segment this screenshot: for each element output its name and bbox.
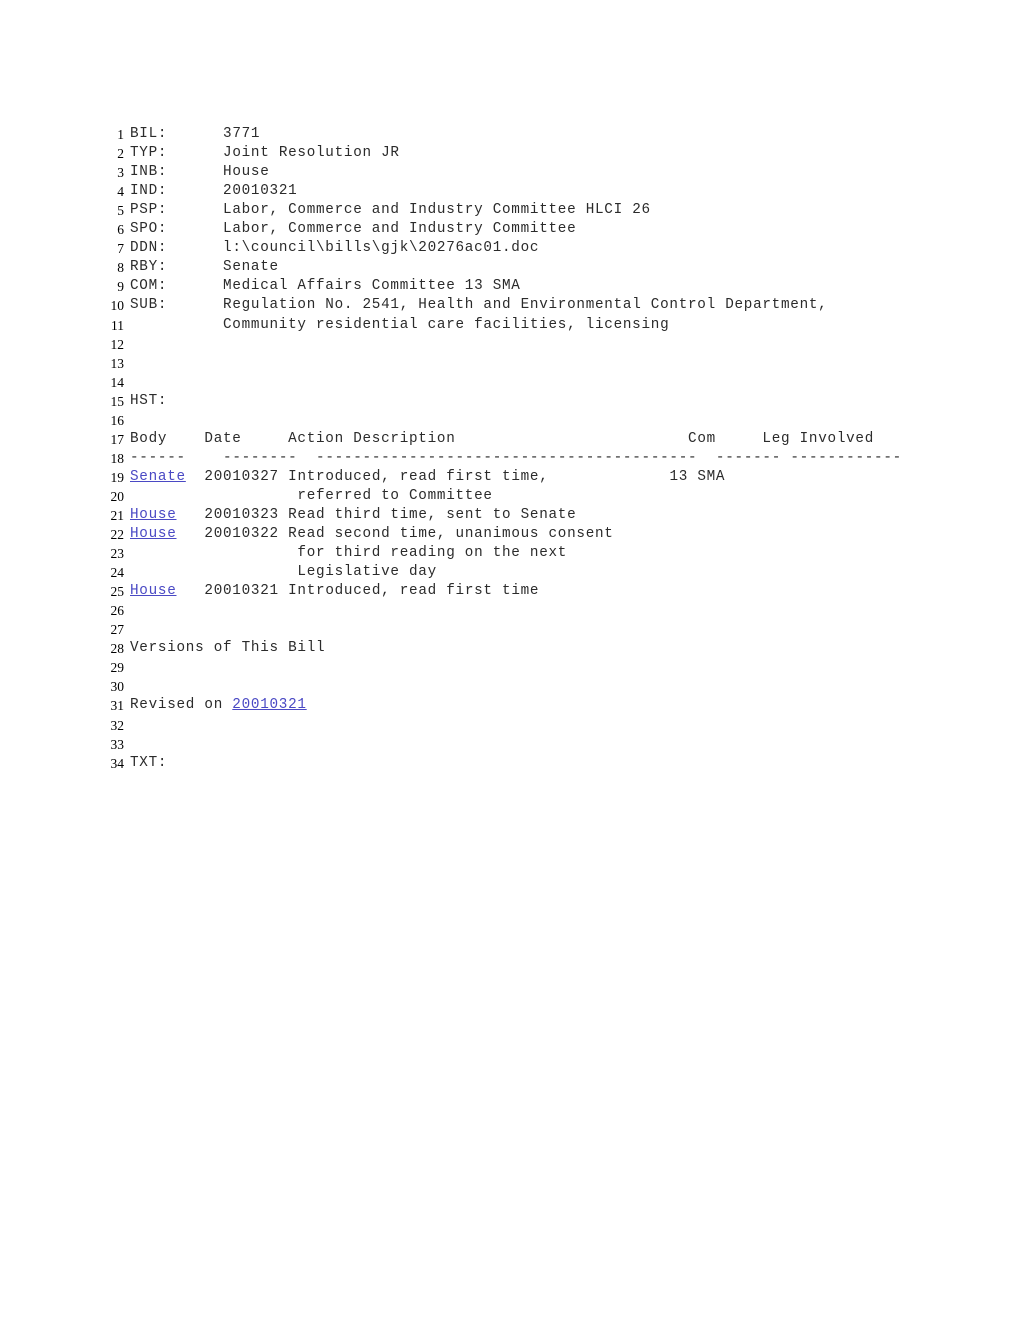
record-line: 5 PSP: Labor, Commerce and Industry Commi… [78,182,978,218]
record-line: 34 TXT: [78,735,978,771]
record-line: 9 COM: Medical Affairs Committee 13 SMA [78,258,978,294]
record-line: 2 TYP: Joint Resolution JR [78,125,978,161]
history-row: 21 House 20010323 Read third time, sent t… [78,487,978,523]
record-line-blank: 26 [78,582,978,618]
record-line: 1 BIL: 3771 [78,106,978,142]
document-page: 1 BIL: 3771 2 TYP: Joint Resolution JR 3 IN… [0,0,1020,1320]
record-line: 15 HST: [78,373,978,409]
section-label-txt: TXT: [130,754,168,771]
history-row: 24 Legislative day [78,544,978,580]
record-line: 4 IND: 20010321 [78,163,978,199]
history-table-header: 17 Body Date Action Description Com Leg I… [78,411,978,447]
record-line-blank: 33 [78,716,978,752]
record-line: 8 RBY: Senate [78,239,978,275]
record-line-blank: 32 [78,696,978,733]
record-line-blank: 13 [78,335,978,371]
record-line-blank: 29 [78,639,978,675]
record-line: 3 INB: House [78,144,978,180]
record-line-blank: 30 [78,658,978,694]
record-line: 28 Versions of This Bill [78,620,978,656]
history-row: 19 Senate 20010327 Introduced, read first… [78,449,978,485]
record-line: 7 DDN: l:\council\bills\gjk\20276ac01.doc [78,220,978,256]
history-row: 20 referred to Committee [78,468,978,504]
history-table-rule: 18 ------ -------- ----------------------… [78,430,978,466]
record-line: 6 SPO: Labor, Commerce and Industry Commi… [78,201,978,237]
history-row: 22 House 20010322 Read second time, unani… [78,506,978,542]
bill-record-text: 1 BIL: 3771 2 TYP: Joint Resolution JR 3 IN… [78,106,978,771]
record-line: 11 Community residential care facilities… [78,296,978,333]
record-line-blank: 14 [78,354,978,390]
history-row: 23 for third reading on the next [78,525,978,561]
record-line: 31 Revised on 20010321 [78,677,978,713]
line-number: 34 [110,755,125,771]
record-line-blank: 16 [78,392,978,428]
record-line-blank: 27 [78,601,978,637]
record-line-blank: 12 [78,316,978,352]
history-row: 25 House 20010321 Introduced, read first … [78,563,978,599]
record-line: 10 SUB: Regulation No. 2541, Health and E… [78,277,978,313]
